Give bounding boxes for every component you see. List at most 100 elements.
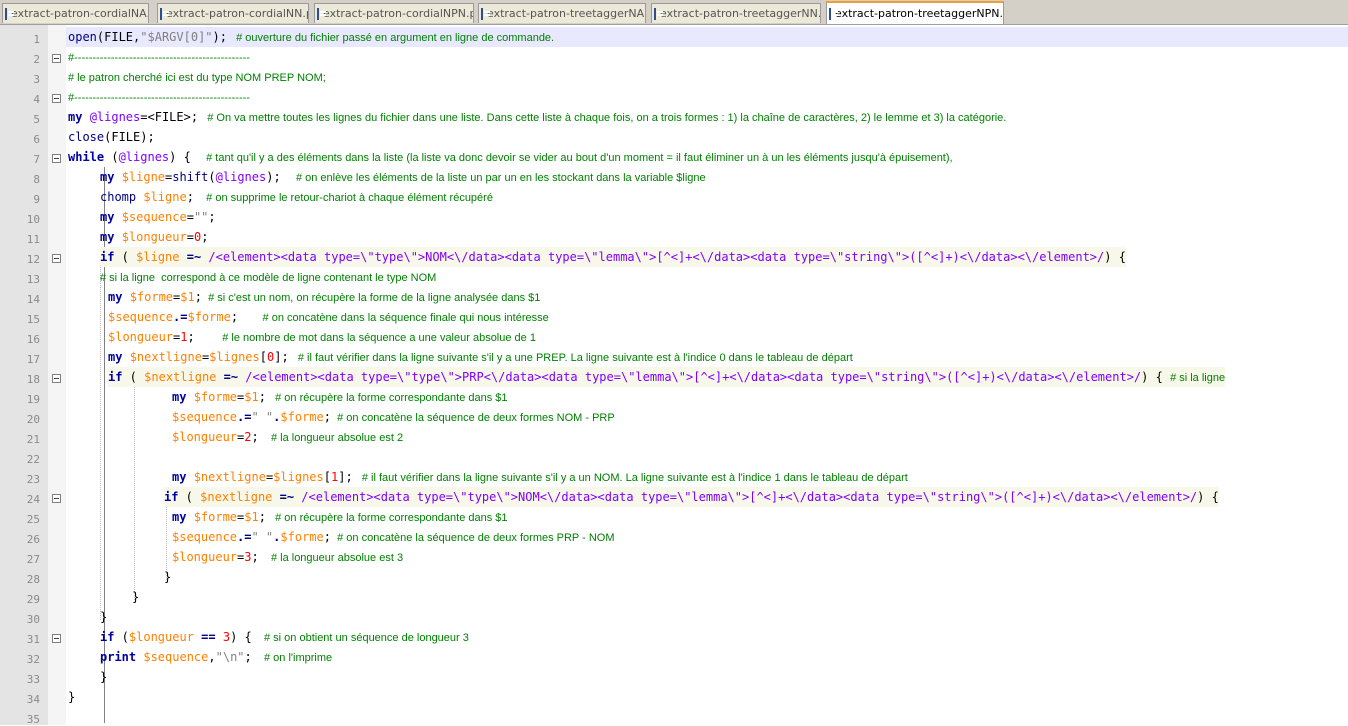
code-comment: # on concatène la séquence de deux forme… [331, 412, 615, 424]
fold-toggle-icon[interactable] [52, 494, 61, 503]
code-comment: # on enlève les éléments de la liste un … [280, 172, 706, 184]
line-number: 28 [26, 573, 40, 586]
tab-treetaggerNPN[interactable]: extract-patron-treetaggerNPN.pl [826, 1, 1004, 24]
tab-cordialNN[interactable]: extract-patron-cordialNN.pl [157, 3, 309, 23]
code-token: my [172, 390, 194, 404]
code-line[interactable]: open(FILE,"$ARGV[0]"); # ouverture du fi… [66, 27, 1348, 47]
code-comment: # la longueur absolue est 2 [258, 432, 404, 444]
code-token: $1 [244, 510, 259, 524]
code-line[interactable]: close(FILE); [68, 127, 155, 147]
code-token: .= [237, 410, 252, 424]
code-token: my [100, 170, 122, 184]
code-line[interactable]: $sequence.=" ".$forme; # on concatène la… [172, 527, 615, 547]
code-token: $lignes [209, 350, 260, 364]
fold-toggle-icon[interactable] [52, 374, 61, 383]
code-line[interactable]: if ($longueur == 3) { # si on obtient un… [100, 627, 469, 647]
code-token: ) { [1104, 250, 1126, 264]
code-token: $ligne [136, 250, 180, 264]
code-line[interactable]: if ( $ligne =~ /<element><data type=\"ty… [100, 247, 1126, 267]
tab-cordialNPN[interactable]: extract-patron-cordialNPN.pl [314, 3, 474, 23]
code-line[interactable]: my $longueur=0; [100, 227, 208, 247]
code-token: $longueur [172, 430, 238, 444]
code-line[interactable]: my $forme=$1; # on récupère la forme cor… [172, 387, 508, 407]
line-number: 2 [33, 53, 40, 66]
code-line[interactable]: # le patron cherché ici est du type NOM … [68, 67, 326, 87]
code-line[interactable]: } [68, 687, 75, 707]
code-line[interactable]: } [164, 567, 171, 587]
code-token: my [108, 350, 130, 364]
line-number: 18 [26, 373, 40, 386]
code-token: my [172, 470, 194, 484]
fold-toggle-icon[interactable] [52, 94, 61, 103]
code-comment: # la longueur absolue est 3 [258, 552, 404, 564]
code-token: if [108, 370, 123, 384]
code-line[interactable]: } [100, 607, 107, 627]
perl-file-icon [481, 7, 490, 20]
code-line[interactable]: my $ligne=shift(@lignes); # on enlève le… [100, 167, 706, 187]
tab-cordialNA[interactable]: extract-patron-cordialNA.pl [2, 3, 149, 23]
perl-file-icon [654, 7, 663, 20]
code-token: = [186, 210, 194, 224]
code-token: ]; [274, 350, 289, 364]
code-line[interactable]: $longueur=3; # la longueur absolue est 3 [172, 547, 403, 567]
tab-treetaggerNA[interactable]: extract-patron-treetaggerNA.pl [478, 3, 646, 23]
code-token: "" [193, 210, 209, 224]
code-token: @lignes [215, 170, 267, 184]
code-comment: # si la ligne correspond à ce modèle de … [100, 272, 437, 284]
code-line[interactable]: my $sequence=""; [100, 207, 216, 227]
fold-toggle-icon[interactable] [52, 154, 61, 163]
code-line[interactable]: my $forme=$1; # si c'est un nom, on récu… [108, 287, 540, 307]
perl-file-icon [317, 7, 326, 20]
tab-label: extract-patron-cordialNPN.pl [323, 7, 474, 20]
code-line[interactable]: if ( $nextligne =~ /<element><data type=… [164, 487, 1219, 507]
code-token: $nextligne [129, 350, 202, 364]
fold-toggle-icon[interactable] [52, 54, 61, 63]
code-line[interactable]: $longueur=1; # le nombre de mot dans la … [108, 327, 536, 347]
code-line[interactable]: chomp $ligne; # on supprime le retour-ch… [100, 187, 493, 207]
line-number: 27 [26, 553, 40, 566]
line-number: 19 [26, 393, 40, 406]
code-line[interactable]: my $nextligne=$lignes[0]; # il faut véri… [108, 347, 853, 367]
code-token: $forme [280, 530, 324, 544]
code-line[interactable]: my $forme=$1; # on récupère la forme cor… [172, 507, 508, 527]
code-token: $forme [193, 390, 238, 404]
code-token: ; [323, 530, 331, 544]
fold-toggle-icon[interactable] [52, 634, 61, 643]
code-editor[interactable]: 1 2 3 4 5 6 7 8 9 10 11 12 13 14 15 16 17 18 19 20 21 22 23 24 2… [0, 25, 1348, 726]
code-line[interactable]: if ( $nextligne =~ /<element><data type=… [108, 367, 1226, 387]
tab-label: extract-patron-treetaggerNA.pl [487, 7, 646, 20]
line-number: 12 [26, 253, 40, 266]
code-line[interactable]: } [132, 587, 139, 607]
code-line[interactable]: while (@lignes) { # tant qu'il y a des é… [68, 147, 953, 167]
code-token: ( [104, 150, 119, 164]
tab-treetaggerNN[interactable]: extract-patron-treetaggerNN.pl [651, 3, 821, 23]
code-token: $sequence [172, 410, 238, 424]
code-token: chomp [100, 190, 144, 204]
code-token: [ [259, 350, 267, 364]
code-token: ; [251, 430, 259, 444]
code-line[interactable]: # si la ligne correspond à ce modèle de … [100, 267, 436, 287]
code-token: /<element><data type=\"type\">PRP<\/data… [245, 370, 1142, 384]
line-number: 33 [26, 673, 40, 686]
code-line[interactable]: my $nextligne=$lignes[1]; # il faut véri… [172, 467, 908, 487]
code-comment: # si on obtient un séquence de longueur … [251, 632, 469, 644]
line-number: 24 [26, 493, 40, 506]
code-token: .= [173, 310, 188, 324]
code-line[interactable]: } [100, 667, 107, 687]
fold-toggle-icon[interactable] [52, 254, 61, 263]
code-line[interactable]: my @lignes=<FILE>; # On va mettre toutes… [68, 107, 1006, 127]
code-line[interactable]: $sequence.=" ".$forme; # on concatène la… [172, 407, 615, 427]
code-line[interactable]: #---------------------------------------… [68, 47, 250, 67]
line-number: 34 [26, 693, 40, 706]
line-number: 13 [26, 273, 40, 286]
code-comment: # on concatène la séquence de deux forme… [331, 532, 615, 544]
code-comment: # on supprime le retour-chariot à chaque… [193, 192, 493, 204]
line-number: 29 [26, 593, 40, 606]
perl-file-icon [829, 7, 838, 20]
code-comment: #---------------------------------------… [68, 52, 250, 64]
code-token: $longueur [172, 550, 238, 564]
code-line[interactable]: $sequence.=$forme; # on concatène dans l… [108, 307, 549, 327]
code-line[interactable]: print $sequence,"\n"; # on l'imprime [100, 647, 332, 667]
code-line[interactable]: #---------------------------------------… [68, 87, 250, 107]
code-line[interactable]: $longueur=2; # la longueur absolue est 2 [172, 427, 403, 447]
